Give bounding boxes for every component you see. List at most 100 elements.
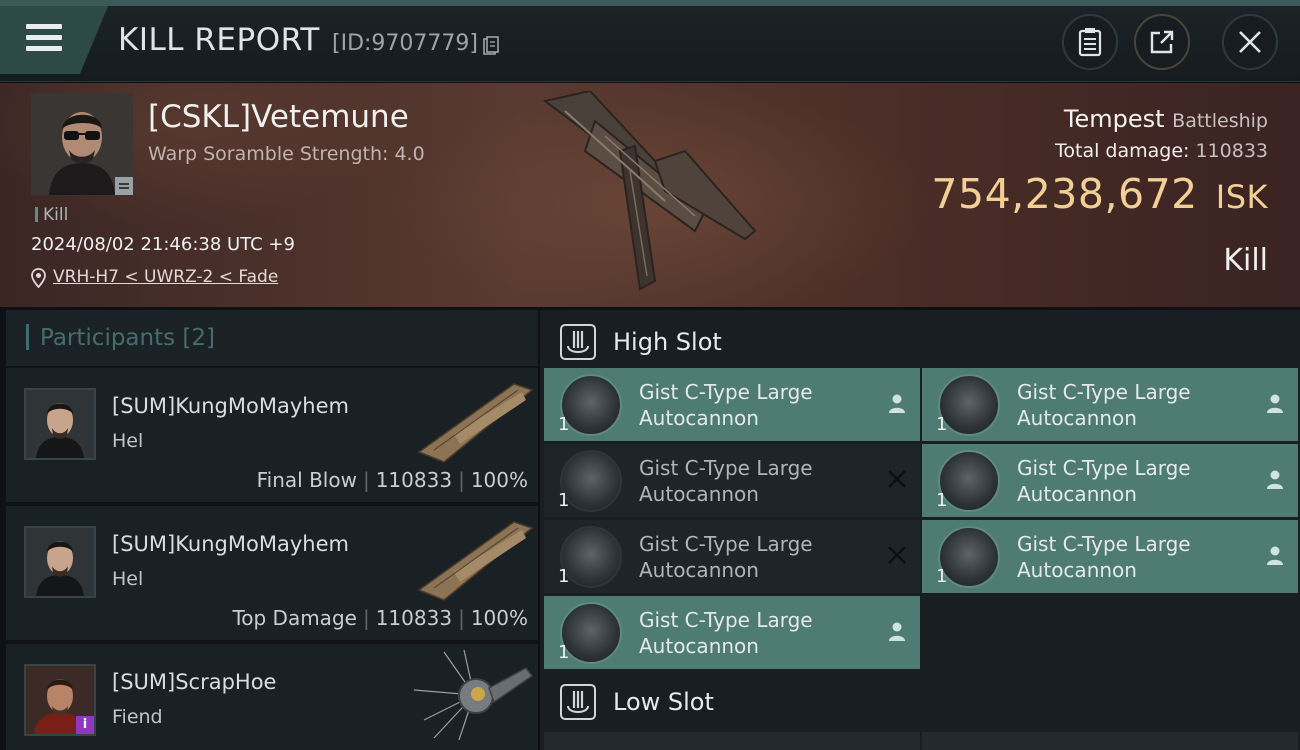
- module-quantity: 1: [558, 642, 570, 663]
- stats-divider: |: [362, 606, 370, 630]
- participant-percent: 100%: [470, 606, 528, 630]
- stats-divider: |: [458, 606, 465, 630]
- close-icon: [1239, 31, 1261, 53]
- module-card[interactable]: 1 Gist C-Type Large Autocannon: [544, 520, 920, 593]
- low-slot-header[interactable]: Low Slot: [540, 672, 1300, 730]
- participant-name[interactable]: [SUM]KungMoMayhem: [112, 394, 349, 418]
- module-quantity: 1: [558, 566, 570, 587]
- copy-icon[interactable]: [483, 36, 499, 56]
- module-quantity: 1: [558, 490, 570, 511]
- total-damage-value: 110833: [1195, 140, 1268, 162]
- module-name: Gist C-Type Large Autocannon: [639, 532, 813, 582]
- participant-stats: Final Blow | 110833 | 100%: [257, 468, 528, 492]
- module-name: Gist C-Type Large Autocannon: [1017, 456, 1191, 506]
- module-card[interactable]: 1 Gist C-Type Large Autocannon: [544, 368, 920, 441]
- participant-row[interactable]: [SUM]KungMoMayhem Hel Final Blow | 110833 |…: [6, 368, 538, 502]
- person-icon: [1267, 394, 1283, 413]
- participants-header[interactable]: Participants [2]: [6, 310, 538, 366]
- participants-title: Participants [2]: [40, 325, 216, 351]
- victim-name[interactable]: [CSKL]Vetemune: [148, 99, 409, 135]
- participant-name[interactable]: [SUM]KungMoMayhem: [112, 532, 349, 556]
- participant-ship-image[interactable]: [414, 650, 534, 740]
- high-slot-title: High Slot: [613, 328, 722, 356]
- ship-class: Battleship: [1172, 110, 1268, 132]
- victim-portrait[interactable]: [31, 93, 133, 195]
- location-pin-icon: [31, 268, 46, 288]
- participant-ship: Hel: [112, 430, 144, 452]
- participant-row[interactable]: [SUM]KungMoMayhem Hel Top Damage | 110833 |…: [6, 506, 538, 640]
- module-quantity: 1: [936, 566, 948, 587]
- module-card[interactable]: 1 Gist C-Type Large Autocannon: [544, 596, 920, 669]
- module-card[interactable]: 1 Gist C-Type Large Autocannon: [922, 368, 1298, 441]
- low-slot-icon: [560, 684, 596, 720]
- person-icon: [1267, 546, 1283, 565]
- person-icon: [889, 622, 905, 641]
- participant-damage: 110833: [375, 468, 453, 492]
- header-bar: KILL REPORT [ID:9707779]: [0, 0, 1300, 82]
- person-icon: [1267, 470, 1283, 489]
- participant-row[interactable]: i [SUM]ScrapHoe Fiend: [6, 644, 538, 750]
- isk-value: 754,238,672: [931, 170, 1198, 218]
- report-id: [ID:9707779]: [332, 31, 478, 56]
- module-name: Gist C-Type Large Autocannon: [1017, 380, 1191, 430]
- module-card[interactable]: 1 Gist C-Type Large Autocannon: [544, 444, 920, 517]
- info-badge[interactable]: i: [76, 716, 94, 734]
- low-slot-module-partial[interactable]: [922, 732, 1298, 750]
- module-quantity: 1: [936, 414, 948, 435]
- participant-portrait-image: [26, 390, 94, 458]
- participant-ship: Fiend: [112, 706, 163, 728]
- participant-avatar[interactable]: [24, 526, 96, 598]
- participant-stats: Top Damage | 110833 | 100%: [232, 606, 528, 630]
- high-slot-icon: [560, 324, 596, 360]
- fitting-panel: High Slot 1 Gist C-Type Large Autocannon …: [540, 310, 1300, 750]
- victim-ship-image[interactable]: [535, 91, 765, 291]
- clipboard-icon: [1078, 28, 1102, 57]
- portrait-menu-badge[interactable]: [115, 177, 133, 195]
- page-title: KILL REPORT: [118, 22, 320, 58]
- isk-value-line: 754,238,672 ISK: [931, 170, 1268, 218]
- low-slot-title: Low Slot: [613, 688, 714, 716]
- stats-divider: |: [458, 468, 465, 492]
- module-card[interactable]: 1 Gist C-Type Large Autocannon: [922, 520, 1298, 593]
- participant-damage: 110833: [375, 606, 453, 630]
- module-name: Gist C-Type Large Autocannon: [639, 380, 813, 430]
- module-name: Gist C-Type Large Autocannon: [639, 608, 813, 658]
- participants-panel: Participants [2] [SUM]KungMoMayhem Hel F…: [6, 310, 538, 750]
- participant-role: Final Blow: [256, 468, 357, 492]
- list-icon: [119, 183, 129, 189]
- participant-name[interactable]: [SUM]ScrapHoe: [112, 670, 276, 694]
- module-quantity: 1: [936, 490, 948, 511]
- section-marker: [26, 324, 29, 350]
- victim-ship-line: Tempest Battleship: [1064, 105, 1268, 133]
- total-damage-label: Total damage:: [1055, 140, 1190, 162]
- close-button[interactable]: [1222, 14, 1278, 70]
- module-name: Gist C-Type Large Autocannon: [639, 456, 813, 506]
- participant-avatar[interactable]: i: [24, 664, 96, 736]
- participant-ship-image[interactable]: [414, 512, 534, 602]
- total-damage-line: Total damage: 110833: [1055, 140, 1268, 162]
- ship-name[interactable]: Tempest: [1064, 105, 1165, 133]
- share-icon: [1150, 30, 1174, 54]
- low-slot-module-partial[interactable]: [544, 732, 920, 750]
- participant-portrait-image: [26, 528, 94, 596]
- participant-ship-image[interactable]: [414, 374, 534, 464]
- kill-result: Kill: [1223, 243, 1268, 278]
- clipboard-button[interactable]: [1062, 14, 1118, 70]
- stats-divider: |: [362, 468, 370, 492]
- victim-banner: [CSKL]Vetemune Warp Soramble Strength: 4…: [0, 83, 1300, 307]
- x-icon: [888, 470, 906, 488]
- isk-unit: ISK: [1215, 178, 1268, 216]
- module-name: Gist C-Type Large Autocannon: [1017, 532, 1191, 582]
- kill-datetime: 2024/08/02 21:46:38 UTC +9: [31, 234, 295, 255]
- location-link[interactable]: VRH-H7 < UWRZ-2 < Fade: [53, 267, 278, 287]
- share-button[interactable]: [1134, 14, 1190, 70]
- participant-ship: Hel: [112, 568, 144, 590]
- participant-avatar[interactable]: [24, 388, 96, 460]
- x-icon: [888, 546, 906, 564]
- participant-percent: 100%: [470, 468, 528, 492]
- module-card[interactable]: 1 Gist C-Type Large Autocannon: [922, 444, 1298, 517]
- participant-role: Top Damage: [232, 606, 357, 630]
- high-slot-header[interactable]: High Slot: [540, 312, 1300, 370]
- menu-icon[interactable]: [26, 24, 62, 54]
- module-quantity: 1: [558, 414, 570, 435]
